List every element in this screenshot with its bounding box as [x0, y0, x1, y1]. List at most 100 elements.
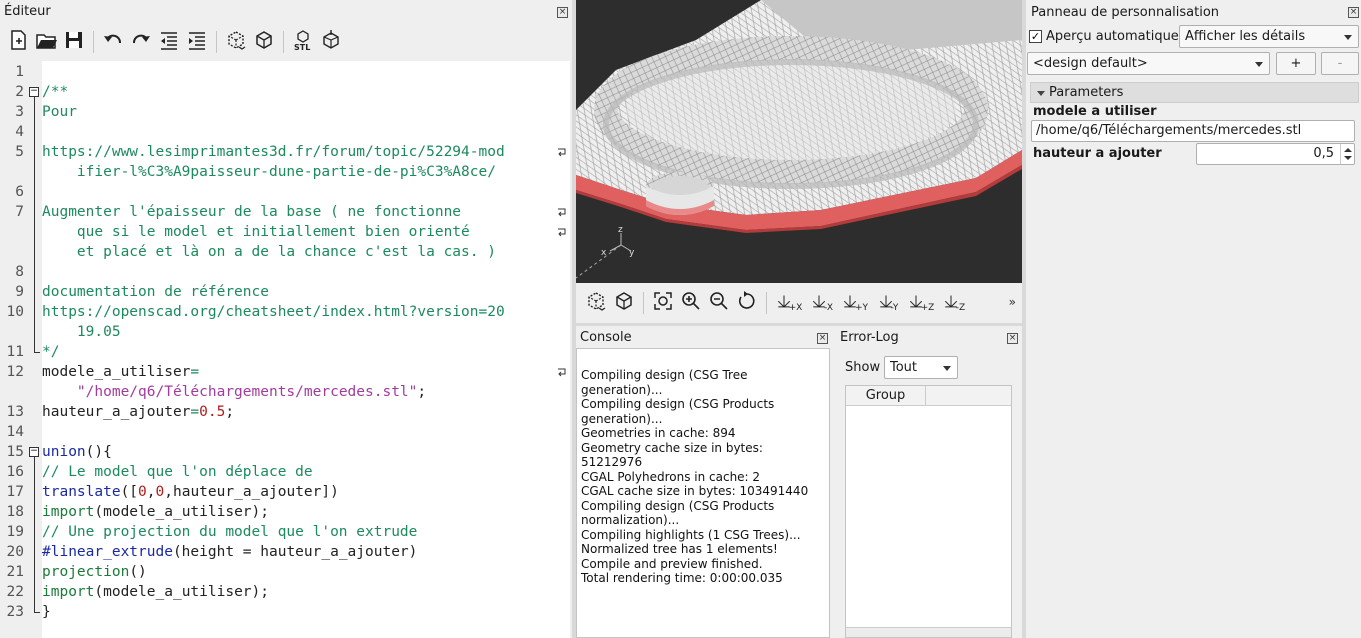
- horizontal-scrollbar[interactable]: [846, 627, 1011, 637]
- open-file-icon-svg: [36, 34, 57, 49]
- spinbox-buttons[interactable]: [1340, 144, 1354, 164]
- zoom-out-button[interactable]: [705, 289, 733, 317]
- code-token: 0: [155, 484, 165, 500]
- customizer-title: Panneau de personnalisation: [1031, 5, 1220, 20]
- code-token: ,: [146, 484, 156, 500]
- console-output[interactable]: Compiling design (CSG Tree generation)..…: [576, 348, 830, 638]
- view-left-button[interactable]: -X: [805, 289, 838, 317]
- console-line: Compiling design (CSG Tree generation)..…: [581, 368, 748, 397]
- console-close-button[interactable]: ×: [817, 333, 828, 344]
- console-line: Compile and preview finished.: [581, 556, 763, 571]
- view-right-button[interactable]: +X: [772, 289, 805, 317]
- view-all-button[interactable]: [649, 289, 677, 317]
- view-back-button[interactable]: +Y: [838, 289, 871, 317]
- param-input-modele[interactable]: /home/q6/Téléchargements/mercedes.stl: [1031, 120, 1355, 142]
- code-editor[interactable]: /** Pour https://www.lesimprimantes3d.fr/f…: [42, 61, 570, 638]
- fold-toggle-button[interactable]: −: [29, 87, 39, 97]
- auto-preview-checkbox[interactable]: ✓: [1029, 30, 1042, 43]
- editor-close-button[interactable]: ×: [557, 7, 568, 18]
- code-token: 19.05: [42, 324, 121, 340]
- axis-x-label: x: [601, 248, 607, 258]
- group-column-header[interactable]: Group: [846, 386, 926, 406]
- design-select-value: <design default>: [1033, 56, 1148, 71]
- view-front-button[interactable]: -Y: [871, 289, 904, 317]
- render-button[interactable]: [250, 28, 278, 56]
- open-file-icon: [35, 29, 57, 55]
- send-to-3d-print-icon: [320, 29, 342, 55]
- render-icon-svg: [616, 292, 632, 310]
- preview-icon: [225, 29, 247, 55]
- line-number: 12: [6, 364, 24, 380]
- send-to-3d-print-button[interactable]: [317, 28, 345, 56]
- unindent-button[interactable]: [155, 28, 183, 56]
- chevron-down-icon: [1344, 35, 1352, 40]
- line-number: 3: [15, 104, 24, 120]
- code-line: union(){: [42, 442, 112, 462]
- code-token: // Une projection du model que l'on extr…: [42, 524, 418, 540]
- code-token: (modele_a_utiliser);: [94, 504, 269, 520]
- code-line: /**: [42, 82, 68, 102]
- save-file-icon: [63, 29, 85, 55]
- remove-preset-button[interactable]: -: [1321, 52, 1359, 75]
- render-button[interactable]: [610, 289, 638, 317]
- view-toolbar-buttons: +X -X +Y -Y +Z -Z: [582, 289, 970, 317]
- code-token: =: [190, 364, 200, 380]
- new-file-icon-svg: [11, 30, 26, 50]
- view-top-button[interactable]: +Z: [904, 289, 937, 317]
- error-log-close-button[interactable]: ×: [1007, 333, 1018, 344]
- unindent-icon-svg: [161, 32, 177, 50]
- save-file-button[interactable]: [60, 28, 88, 56]
- error-log-table[interactable]: Group: [845, 385, 1012, 638]
- code-line: import(modele_a_utiliser);: [42, 582, 269, 602]
- zoom-in-button[interactable]: [677, 289, 705, 317]
- new-file-button[interactable]: [4, 28, 32, 56]
- redo-button[interactable]: [127, 28, 155, 56]
- code-token: union: [42, 444, 86, 460]
- code-token: ([: [120, 484, 139, 500]
- export-stl-button[interactable]: STL: [289, 28, 317, 56]
- code-token: que si le model et initiallement bien or…: [42, 224, 470, 240]
- code-token: #linear_extrude: [42, 544, 173, 560]
- parameters-group-header[interactable]: Parameters: [1030, 82, 1359, 103]
- spin-up-icon[interactable]: [1344, 148, 1352, 152]
- undo-button[interactable]: [99, 28, 127, 56]
- spin-down-icon[interactable]: [1344, 156, 1352, 160]
- param-spinbox-hauteur[interactable]: 0,5: [1196, 143, 1355, 165]
- code-token: Augmenter l'épaisseur de la base ( ne fo…: [42, 204, 462, 220]
- indent-button[interactable]: [183, 28, 211, 56]
- customizer-close-button[interactable]: ×: [1348, 7, 1359, 18]
- preview-button[interactable]: [582, 289, 610, 317]
- fold-end-marker: [34, 352, 40, 353]
- 3d-viewport[interactable]: z x y: [576, 0, 1022, 283]
- show-filter-select[interactable]: Tout: [884, 356, 958, 379]
- show-filter-value: Tout: [890, 360, 918, 375]
- view-all-icon-svg: [654, 292, 672, 310]
- add-preset-button[interactable]: +: [1276, 52, 1316, 75]
- line-wrap-icon: [556, 206, 568, 218]
- code-token: }: [42, 604, 51, 620]
- code-line: Augmenter l'épaisseur de la base ( ne fo…: [42, 202, 461, 222]
- console-title: Console: [580, 330, 632, 345]
- view-bottom-button[interactable]: -Z: [937, 289, 970, 317]
- new-file-icon: [7, 29, 29, 55]
- console-line: CGAL Polyhedrons in cache: 2: [581, 469, 761, 484]
- preview-button[interactable]: [222, 28, 250, 56]
- details-select[interactable]: Afficher les détails: [1179, 25, 1359, 48]
- code-line: #linear_extrude(height = hauteur_a_ajout…: [42, 542, 417, 562]
- fold-toggle-button[interactable]: −: [29, 447, 39, 457]
- open-file-button[interactable]: [32, 28, 60, 56]
- more-tools-button[interactable]: »: [1009, 295, 1016, 309]
- code-token: (): [129, 564, 147, 580]
- axis-button-label: -Z: [955, 303, 966, 313]
- axis-button-label: +Y: [854, 303, 869, 313]
- code-line: https://www.lesimprimantes3d.fr/forum/to…: [42, 142, 505, 162]
- indent-icon: [186, 29, 208, 55]
- design-select[interactable]: <design default>: [1027, 52, 1270, 75]
- line-number: 15: [6, 444, 24, 460]
- reset-view-icon-svg: [738, 291, 755, 309]
- code-token: // Le model que l'on déplace de: [42, 464, 313, 480]
- undo-icon: [102, 29, 124, 55]
- chevron-down-icon: [943, 366, 951, 371]
- reset-view-button[interactable]: [733, 289, 761, 317]
- code-token: ;: [417, 384, 427, 400]
